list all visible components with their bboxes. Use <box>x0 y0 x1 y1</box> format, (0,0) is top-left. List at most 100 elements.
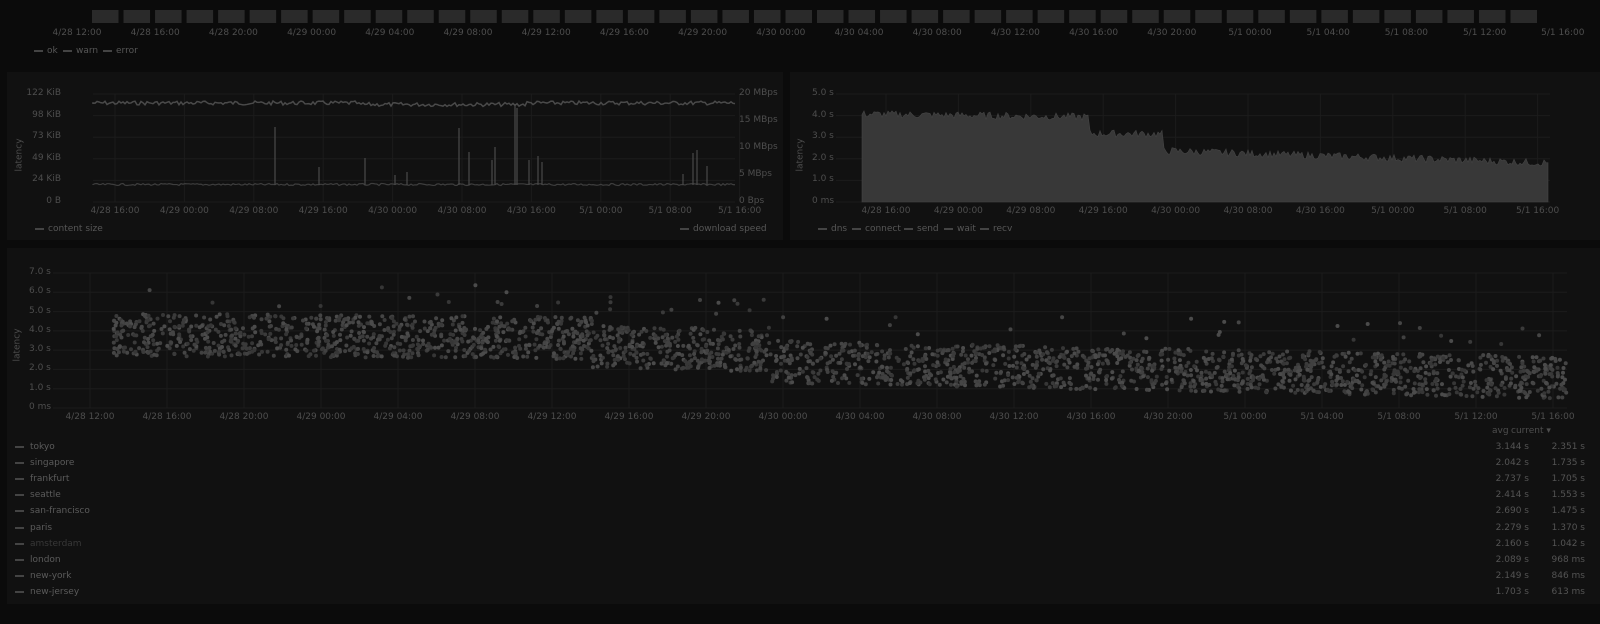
latency-point <box>1331 360 1336 365</box>
status-bar[interactable] <box>470 10 497 23</box>
legend-row-new-york[interactable]: new-york 2.149 s 846 ms <box>15 568 1585 584</box>
status-bar[interactable] <box>880 10 907 23</box>
status-bar[interactable] <box>533 10 560 23</box>
latency-point <box>1204 376 1209 381</box>
status-bar[interactable] <box>848 10 876 23</box>
latency-point <box>1255 358 1260 363</box>
latency-point <box>361 329 366 334</box>
status-bar[interactable] <box>1132 10 1159 23</box>
latency-point <box>222 323 227 328</box>
latency-point <box>864 345 869 350</box>
status-bar[interactable] <box>911 10 939 23</box>
legend-warn[interactable]: warn <box>63 46 98 56</box>
latency-point <box>1418 376 1423 380</box>
status-bar[interactable] <box>1258 10 1285 23</box>
status-bar[interactable] <box>438 10 466 23</box>
status-bar[interactable] <box>974 10 1002 23</box>
status-bar[interactable] <box>1447 10 1474 23</box>
status-bar[interactable] <box>1289 10 1317 23</box>
status-bar[interactable] <box>123 10 151 23</box>
status-bar[interactable] <box>627 10 655 23</box>
legend-content-size[interactable]: content size <box>35 224 103 234</box>
status-bar[interactable] <box>501 10 529 23</box>
status-bar[interactable] <box>1069 10 1096 23</box>
legend-error[interactable]: error <box>103 46 138 56</box>
latency-point <box>1514 374 1519 379</box>
status-bar[interactable] <box>1037 10 1065 23</box>
latency-point <box>1222 350 1227 355</box>
status-bar[interactable] <box>375 10 403 23</box>
status-bar[interactable] <box>785 10 812 23</box>
legend-wait[interactable]: wait <box>944 224 976 234</box>
status-bar[interactable] <box>92 10 119 23</box>
latency-point <box>238 330 243 335</box>
status-bar[interactable] <box>186 10 214 23</box>
legend-send[interactable]: send <box>904 224 939 234</box>
latency-point <box>304 348 309 353</box>
latency-point <box>834 370 839 375</box>
status-bar[interactable] <box>344 10 371 23</box>
legend-row-new-jersey[interactable]: new-jersey 1.703 s 613 ms <box>15 584 1585 600</box>
status-bar[interactable] <box>1163 10 1191 23</box>
latency-point <box>380 314 385 319</box>
latency-point <box>1192 384 1197 389</box>
status-bar[interactable] <box>1195 10 1222 23</box>
status-bar[interactable] <box>1478 10 1506 23</box>
status-bar[interactable] <box>1384 10 1411 23</box>
status-bar[interactable] <box>155 10 182 23</box>
latency-point <box>213 327 218 332</box>
legend-row-seattle[interactable]: seattle 2.414 s 1.553 s <box>15 487 1585 503</box>
status-bar[interactable] <box>249 10 277 23</box>
status-bar[interactable] <box>564 10 592 23</box>
latency-point <box>848 342 852 347</box>
latency-point <box>1067 376 1072 381</box>
legend-recv[interactable]: recv <box>980 224 1012 234</box>
legend-row-london[interactable]: london 2.089 s 968 ms <box>15 552 1585 568</box>
col-current-header[interactable]: current ▾ <box>1511 426 1551 436</box>
legend-row-frankfurt[interactable]: frankfurt 2.737 s 1.705 s <box>15 471 1585 487</box>
latency-point <box>384 341 389 346</box>
status-bar[interactable] <box>817 10 844 23</box>
latency-point <box>823 345 828 350</box>
status-bar[interactable] <box>218 10 245 23</box>
status-bar[interactable] <box>1321 10 1348 23</box>
status-bar[interactable] <box>722 10 749 23</box>
latency-point <box>961 346 966 350</box>
status-bar[interactable] <box>312 10 340 23</box>
latency-point <box>1524 395 1529 400</box>
latency-point <box>1291 383 1296 388</box>
status-bar[interactable] <box>1352 10 1380 23</box>
status-bar[interactable] <box>753 10 781 23</box>
latency-point <box>1420 382 1425 387</box>
latency-point <box>605 364 610 369</box>
legend-row-tokyo[interactable]: tokyo 3.144 s 2.351 s <box>15 439 1585 455</box>
status-bar[interactable] <box>1415 10 1443 23</box>
legend-ok[interactable]: ok <box>34 46 58 56</box>
latency-point <box>1464 394 1469 398</box>
latency-point <box>970 360 975 365</box>
timing-y-tick: 0 ms <box>812 196 835 206</box>
status-bar[interactable] <box>659 10 686 23</box>
status-bar[interactable] <box>281 10 308 23</box>
legend-row-san-francisco[interactable]: san-francisco 2.690 s 1.475 s <box>15 503 1585 519</box>
status-bar[interactable] <box>943 10 970 23</box>
latency-point <box>779 361 783 366</box>
latency-point <box>1144 387 1149 392</box>
status-bar[interactable] <box>690 10 718 23</box>
status-bar[interactable] <box>1100 10 1128 23</box>
status-bar[interactable] <box>407 10 434 23</box>
legend-row-amsterdam[interactable]: amsterdam 2.160 s 1.042 s <box>15 536 1585 552</box>
legend-connect[interactable]: connect <box>852 224 901 234</box>
latency-point <box>1317 350 1322 354</box>
legend-dns[interactable]: dns <box>818 224 847 234</box>
col-avg-header[interactable]: avg <box>1492 426 1509 436</box>
status-bar[interactable] <box>1510 10 1537 23</box>
legend-row-paris[interactable]: paris 2.279 s 1.370 s <box>15 520 1585 536</box>
status-bar[interactable] <box>596 10 623 23</box>
latency-point <box>875 343 880 348</box>
legend-row-singapore[interactable]: singapore 2.042 s 1.735 s <box>15 455 1585 471</box>
status-bar[interactable] <box>1006 10 1033 23</box>
legend-download-speed[interactable]: download speed <box>680 224 767 234</box>
latency-point <box>837 351 842 356</box>
status-bar[interactable] <box>1226 10 1254 23</box>
